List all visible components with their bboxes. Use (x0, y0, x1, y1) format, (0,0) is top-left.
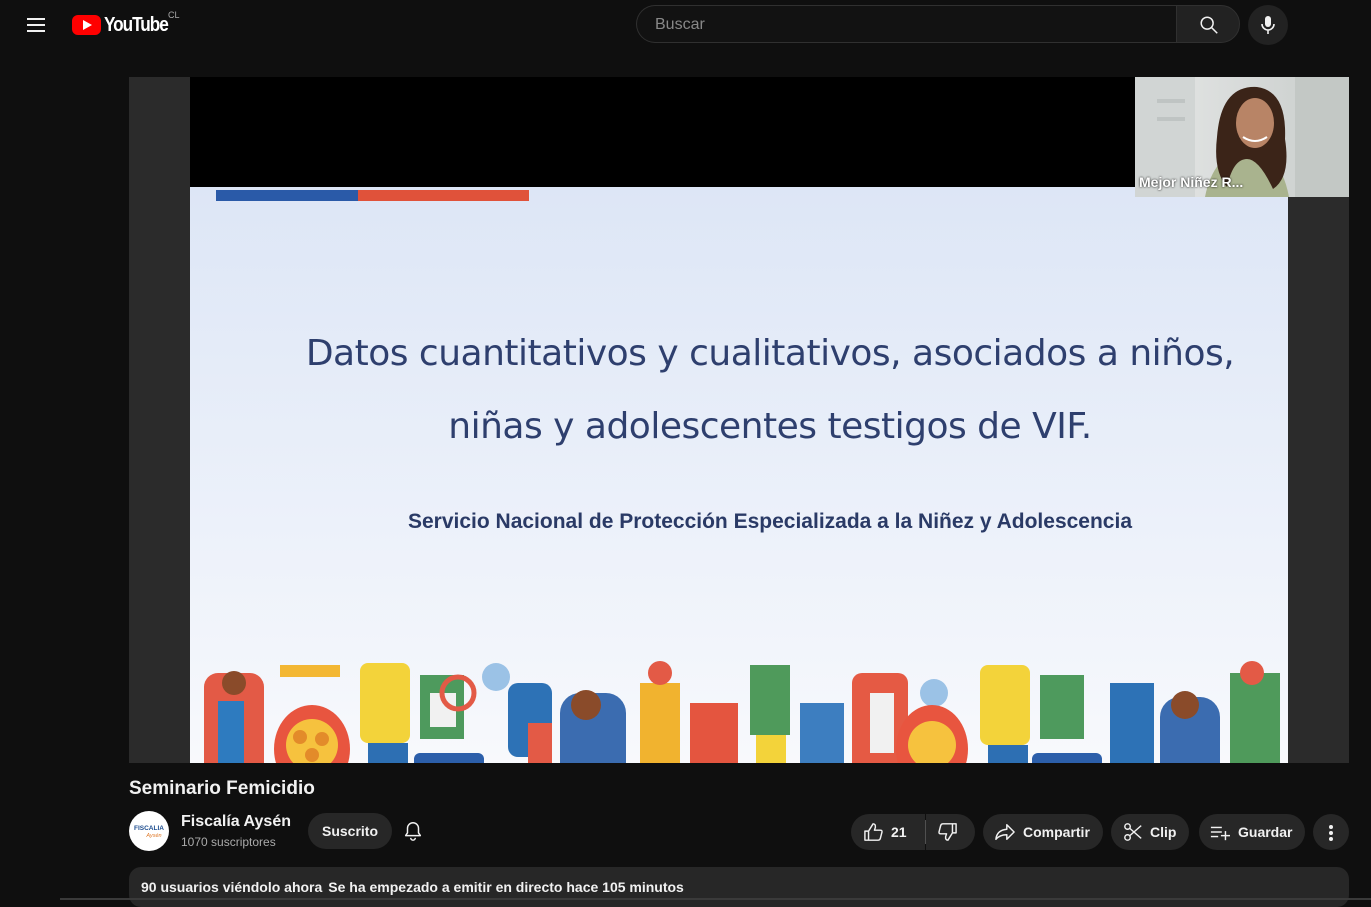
playlist-add-icon (1210, 826, 1230, 841)
video-player[interactable]: Datos cuantitativos y cualitativos, asoc… (129, 77, 1349, 763)
stream-start-time: Se ha empezado a emitir en directo hace … (328, 879, 684, 895)
avatar-text-top: FISCALIA (134, 825, 164, 832)
share-button[interactable]: Compartir (983, 814, 1103, 850)
subscribe-button[interactable]: Suscrito (308, 813, 392, 849)
description-box[interactable]: 90 usuarios viéndolo ahora Se ha empezado… (129, 867, 1349, 907)
participant-name: Mejor Niñez R... (1139, 174, 1244, 190)
zoom-watermark: zoom (1104, 744, 1278, 763)
logo-text: YouTube (104, 13, 169, 36)
menu-icon (27, 18, 45, 20)
like-count: 21 (891, 824, 907, 840)
search-input[interactable] (653, 6, 1157, 44)
clip-label: Clip (1150, 824, 1177, 840)
bell-icon (404, 822, 422, 841)
scissors-icon (1124, 823, 1142, 841)
youtube-logo-icon (72, 15, 101, 35)
clip-button[interactable]: Clip (1111, 814, 1189, 850)
share-icon (995, 824, 1015, 840)
more-actions-button[interactable] (1313, 814, 1349, 850)
search-icon (1200, 16, 1218, 34)
share-label: Compartir (1023, 824, 1090, 840)
search-button[interactable] (1176, 5, 1240, 43)
slide-title-line-2: niñas y adolescentes testigos de VIF. (448, 406, 1092, 447)
slide-title: Datos cuantitativos y cualitativos, asoc… (290, 317, 1250, 463)
presentation-slide: Datos cuantitativos y cualitativos, asoc… (190, 187, 1288, 763)
top-bar: YouTube CL (0, 0, 1371, 50)
slide-title-line-1: Datos cuantitativos y cualitativos, asoc… (305, 333, 1235, 374)
viewer-count: 90 usuarios viéndolo ahora (141, 879, 323, 895)
voice-search-button[interactable] (1248, 5, 1288, 45)
slide-subtitle: Servicio Nacional de Protección Especial… (407, 510, 1133, 533)
thumb-up-icon (864, 823, 883, 841)
country-code: CL (168, 10, 180, 20)
youtube-logo[interactable]: YouTube (72, 13, 178, 37)
fiscalia-logo-icon: FISCALIA Aysén (130, 812, 168, 850)
search-box (636, 5, 1176, 44)
flag-stripe-blue (216, 190, 358, 201)
participant-video: Mejor Niñez R... (1135, 77, 1349, 197)
avatar-text-bottom: Aysén (145, 833, 161, 839)
thumb-down-icon (938, 823, 957, 841)
save-button[interactable]: Guardar (1199, 814, 1305, 850)
more-vert-icon (1329, 825, 1333, 829)
flag-stripe-red (358, 190, 529, 201)
save-label: Guardar (1238, 824, 1293, 840)
mic-icon (1261, 16, 1275, 34)
subscriber-count: 1070 suscriptores (181, 835, 276, 849)
channel-name[interactable]: Fiscalía Aysén (181, 813, 291, 831)
menu-button[interactable] (20, 9, 52, 41)
channel-avatar[interactable]: FISCALIA Aysén (129, 811, 169, 851)
like-button[interactable]: 21 (851, 814, 925, 850)
video-title: Seminario Femicidio (129, 778, 315, 799)
description-text: 90 usuarios viéndolo ahora Se ha empezado… (141, 879, 684, 895)
notifications-button[interactable] (396, 813, 432, 849)
dislike-button[interactable] (926, 814, 975, 850)
